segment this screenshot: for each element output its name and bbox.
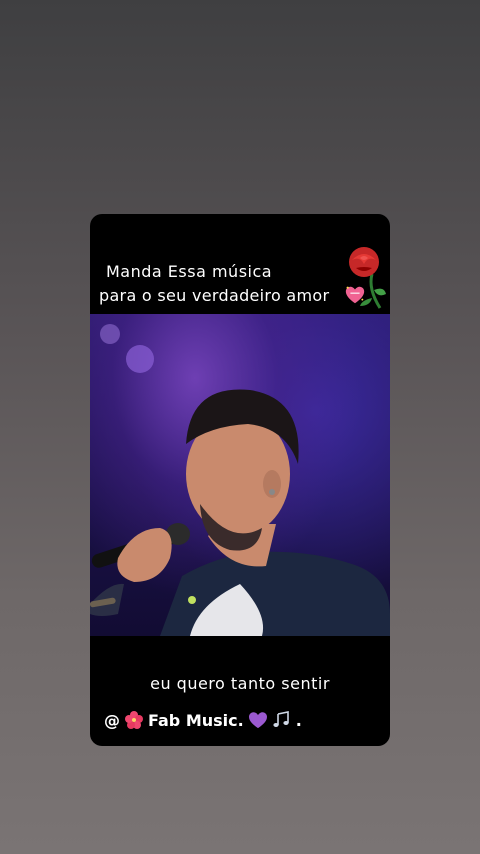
- purple-heart-icon: [248, 712, 267, 729]
- music-notes-icon: [273, 711, 289, 727]
- handle-suffix: .: [295, 710, 302, 730]
- story-card: Manda Essa música para o seu verdadeiro …: [90, 214, 390, 746]
- rose-icon: [349, 247, 386, 309]
- channel-handle[interactable]: @ Fab Music. .: [104, 710, 302, 730]
- hibiscus-icon: [125, 711, 143, 729]
- singer-figure: [90, 324, 390, 636]
- concert-video[interactable]: [90, 314, 390, 636]
- caption-line-2: para o seu verdadeiro amor: [99, 286, 330, 305]
- lyric-subtitle: eu quero tanto sentir: [150, 674, 330, 693]
- caption-overlay: Manda Essa música para o seu verdadeiro …: [90, 214, 390, 314]
- caption-line-1: Manda Essa música: [106, 262, 273, 281]
- handle-name: Fab Music.: [148, 710, 244, 730]
- handle-prefix: @: [104, 710, 120, 730]
